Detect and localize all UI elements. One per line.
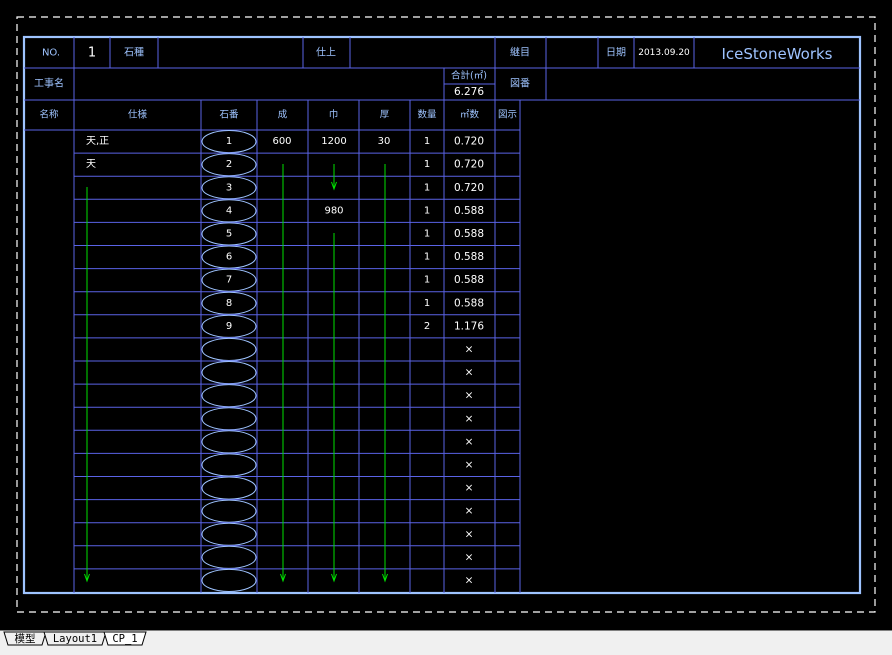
stone-sheet-drawing: NO. 1 石種 仕上 継目 日期 2013.09.20 IceStoneWorks 工事名 合計… [16, 16, 876, 613]
stone-number-bubble [201, 384, 257, 408]
drawing-number-label: 図番 [510, 78, 530, 90]
area-cell: 0.588 [454, 228, 484, 240]
layout-tab-model[interactable]: 模型 [3, 631, 47, 646]
no-value: 1 [88, 46, 96, 61]
stone-number-cell: 5 [226, 228, 232, 239]
quantity-cell: 1 [424, 252, 430, 263]
layout-tab-cp-1[interactable]: CP_1 [103, 631, 147, 646]
area-cell: × [465, 574, 474, 586]
stone-number-cell: 8 [226, 298, 232, 309]
stone-number-cell: 4 [226, 205, 232, 216]
stone-number-cell: 2 [226, 159, 232, 170]
area-cell: × [465, 551, 474, 563]
area-cell: 0.720 [454, 159, 484, 171]
stone-number-bubble [201, 545, 257, 569]
stone-number-bubble [201, 361, 257, 385]
area-cell: × [465, 413, 474, 425]
stone-number-cell: 3 [226, 182, 232, 193]
layout-tab-label: CP_1 [112, 633, 137, 645]
layout-tab-layout1[interactable]: Layout1 [43, 631, 107, 646]
stone-number-cell: 1 [226, 136, 232, 147]
area-cell: 0.720 [454, 136, 484, 148]
width-cell: 1200 [321, 136, 346, 147]
stone-number-bubble [201, 337, 257, 362]
stone-number-bubble [201, 476, 257, 500]
area-cell: × [465, 459, 474, 471]
drawing-canvas[interactable]: NO. 1 石種 仕上 継目 日期 2013.09.20 IceStoneWorks 工事名 合計… [0, 0, 892, 630]
finish-label: 仕上 [316, 46, 336, 59]
stone-number-cell: 9 [226, 321, 232, 332]
area-cell: 0.588 [454, 251, 484, 263]
column-header: 名称 [39, 109, 59, 121]
area-cell: 0.588 [454, 297, 484, 309]
no-label: NO. [42, 48, 60, 59]
area-cell: 0.588 [454, 274, 484, 286]
layout-tab-bar: 模型 Layout1 CP_1 [0, 630, 892, 655]
area-cell: × [465, 528, 474, 540]
date-value: 2013.09.20 [638, 48, 690, 58]
project-name-label: 工事名 [34, 77, 64, 90]
column-header: ㎡数 [460, 109, 480, 121]
column-header: 数量 [417, 109, 437, 121]
quantity-cell: 1 [424, 136, 430, 147]
total-area-value: 6.276 [454, 86, 484, 98]
layout-tab-label: Layout1 [53, 633, 97, 645]
height-cell: 600 [272, 136, 291, 147]
stone-number-bubble [201, 453, 257, 477]
stone-number-bubble [201, 499, 257, 523]
column-header: 巾 [329, 109, 339, 121]
quantity-cell: 1 [424, 298, 430, 309]
column-header: 仕様 [128, 109, 148, 121]
area-cell: × [465, 436, 474, 448]
column-header: 石番 [219, 109, 239, 121]
column-header: 成 [278, 109, 288, 121]
stone-type-label: 石種 [124, 46, 144, 59]
thickness-cell: 30 [378, 136, 391, 147]
quantity-cell: 2 [424, 321, 430, 332]
date-label: 日期 [606, 47, 626, 59]
quantity-cell: 1 [424, 182, 430, 193]
brand-title: IceStoneWorks [721, 45, 832, 63]
area-cell: 0.588 [454, 205, 484, 217]
quantity-cell: 1 [424, 275, 430, 286]
layout-tab-label: 模型 [15, 632, 36, 645]
stone-number-bubble [201, 407, 257, 431]
area-cell: × [465, 343, 474, 355]
spec-cell: 天 [86, 159, 96, 170]
area-cell: × [465, 367, 474, 379]
spec-cell: 天,正 [86, 136, 109, 147]
stone-number-cell: 7 [226, 275, 232, 286]
area-cell: × [465, 390, 474, 402]
stone-number-bubble [201, 522, 257, 546]
quantity-cell: 1 [424, 159, 430, 170]
column-header: 図示 [498, 110, 517, 121]
area-cell: × [465, 482, 474, 494]
stone-number-bubble [201, 568, 257, 593]
quantity-cell: 1 [424, 228, 430, 239]
area-cell: × [465, 505, 474, 517]
joint-label: 継目 [510, 46, 530, 59]
stone-number-bubble [201, 430, 257, 454]
column-header: 厚 [380, 110, 390, 121]
area-cell: 0.720 [454, 182, 484, 194]
area-cell: 1.176 [454, 320, 484, 332]
stone-number-cell: 6 [226, 252, 232, 263]
total-area-label: 合計(㎡) [451, 70, 487, 82]
quantity-cell: 1 [424, 205, 430, 216]
width-cell: 980 [324, 205, 343, 216]
